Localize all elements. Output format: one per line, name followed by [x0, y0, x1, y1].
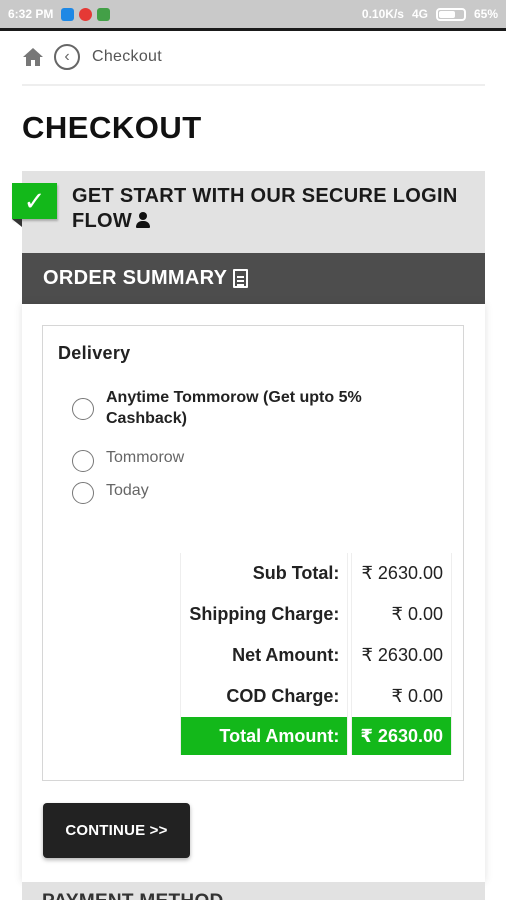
totals-table: Sub Total: ₹ 2630.00 Shipping Charge: ₹ … [177, 553, 455, 755]
checkmark-icon: ✓ [12, 183, 57, 219]
order-summary-header[interactable]: ORDER SUMMARY [22, 253, 485, 304]
delivery-option-label[interactable]: Today [106, 482, 149, 500]
battery-icon [435, 7, 466, 21]
total-amount-label: Total Amount: [180, 717, 349, 755]
delivery-option-label[interactable]: Anytime Tommorow (Get upto 5% Cashback) [106, 387, 426, 429]
breadcrumb-current: Checkout [92, 48, 162, 65]
status-bar: 6:32 PM 0.10K/s 4G 65% [0, 0, 506, 31]
table-row: Net Amount: ₹ 2630.00 [180, 635, 452, 676]
cod-charge-value: ₹ 0.00 [351, 676, 452, 717]
phone-notification-icon [97, 7, 111, 21]
document-icon [233, 269, 249, 288]
login-step-title: GET START WITH OUR SECURE LOGIN FLOW [72, 185, 458, 232]
net-amount-value: ₹ 2630.00 [351, 635, 452, 676]
app-notification-icon [79, 7, 93, 21]
shipping-value: ₹ 0.00 [351, 594, 452, 635]
delivery-radio-tomorrow[interactable] [72, 450, 94, 472]
payment-method-title: PAYMENT METHOD [42, 891, 224, 900]
network-type: 4G [411, 7, 428, 21]
delivery-option-label[interactable]: Tommorow [106, 449, 184, 467]
total-amount-value: ₹ 2630.00 [351, 717, 452, 755]
table-row: COD Charge: ₹ 0.00 [180, 676, 452, 717]
cod-charge-label: COD Charge: [180, 676, 349, 717]
app-notification-icon [61, 7, 75, 21]
divider [22, 84, 485, 86]
status-time: 6:32 PM [8, 7, 54, 21]
continue-button[interactable]: CONTINUE >> [43, 803, 190, 858]
table-row: Shipping Charge: ₹ 0.00 [180, 594, 452, 635]
delivery-radio-today[interactable] [72, 482, 94, 504]
delivery-title: Delivery [58, 343, 131, 363]
page-title: CHECKOUT [22, 110, 202, 145]
network-speed: 0.10K/s [361, 7, 404, 21]
subtotal-label: Sub Total: [180, 553, 349, 594]
order-summary-title: ORDER SUMMARY [43, 267, 228, 289]
user-icon [136, 212, 151, 228]
subtotal-value: ₹ 2630.00 [351, 553, 452, 594]
home-icon[interactable] [22, 47, 44, 67]
battery-level: 65% [473, 7, 498, 21]
table-row: Total Amount: ₹ 2630.00 [180, 717, 452, 755]
chevron-left-icon[interactable]: ‹ [54, 44, 80, 70]
shipping-label: Shipping Charge: [180, 594, 349, 635]
table-row: Sub Total: ₹ 2630.00 [180, 553, 452, 594]
breadcrumb: ‹ Checkout [22, 43, 162, 71]
delivery-radio-anytime-tomorrow[interactable] [72, 398, 94, 420]
net-amount-label: Net Amount: [180, 635, 349, 676]
badge-ribbon-tail [12, 219, 22, 227]
